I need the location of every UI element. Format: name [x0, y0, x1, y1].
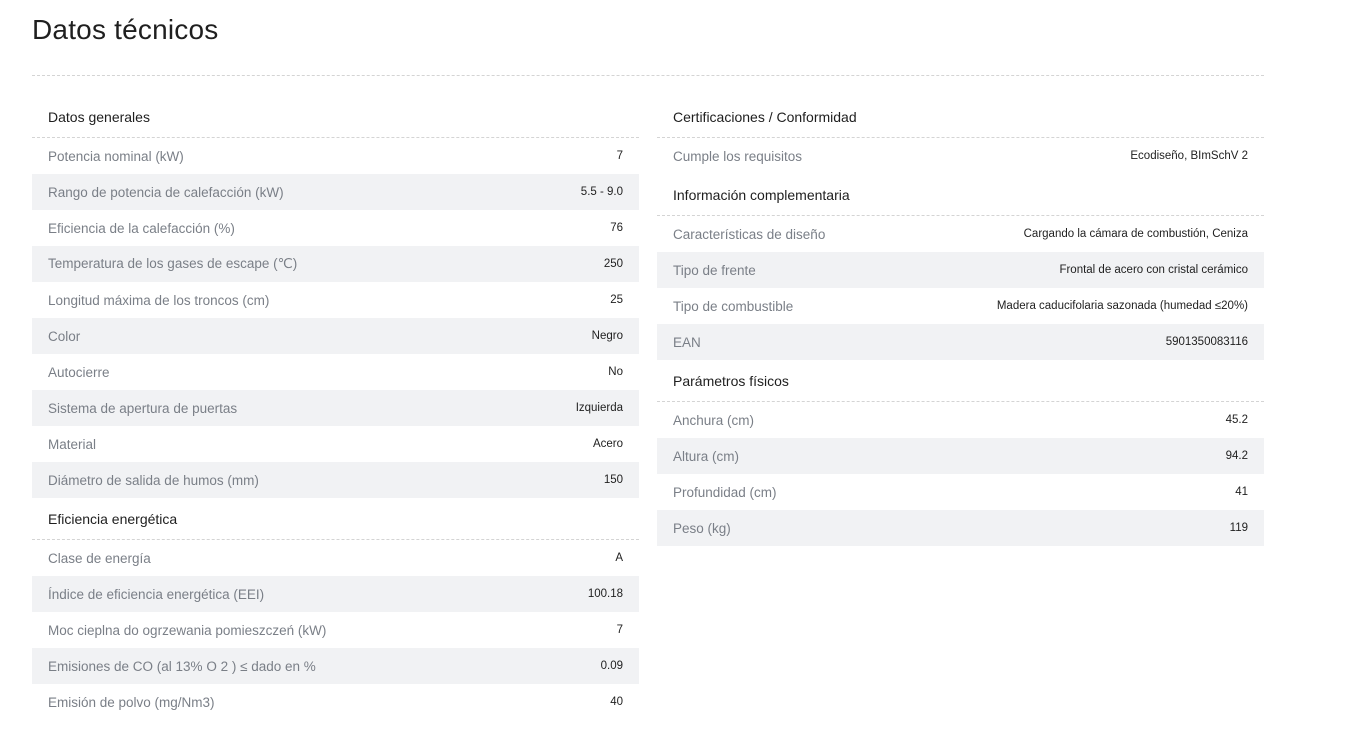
spec-label: Índice de eficiencia energética (EEI)	[48, 586, 265, 602]
spec-value: 7	[616, 624, 623, 636]
spec-label: Eficiencia de la calefacción (%)	[48, 220, 235, 236]
spec-row: Moc cieplna do ogrzewania pomieszczeń (k…	[32, 612, 639, 648]
spec-row: Profundidad (cm) 41	[657, 474, 1264, 510]
page-title: Datos técnicos	[32, 14, 219, 45]
spec-value: 150	[603, 474, 623, 486]
spec-label: Clase de energía	[48, 550, 151, 566]
spec-row: Eficiencia de la calefacción (%) 76	[32, 210, 639, 246]
spec-label: Altura (cm)	[673, 448, 740, 464]
spec-value: 76	[610, 222, 623, 234]
spec-label: EAN	[673, 334, 701, 350]
spec-rows: Características de diseño Cargando la cám…	[657, 216, 1264, 360]
spec-section-eficiencia-energetica: Eficiencia energética Clase de energía A Ín…	[32, 498, 639, 720]
spec-label: Tipo de frente	[673, 262, 756, 278]
spec-label: Peso (kg)	[673, 520, 731, 536]
spec-value: 94.2	[1225, 450, 1248, 462]
spec-value: 250	[603, 258, 623, 270]
spec-row: Material Acero	[32, 426, 639, 462]
spec-row: Peso (kg) 119	[657, 510, 1264, 546]
spec-label: Profundidad (cm)	[673, 484, 777, 500]
spec-row: Temperatura de los gases de escape (℃) 25…	[32, 246, 639, 282]
spec-row: Diámetro de salida de humos (mm) 150	[32, 462, 639, 498]
spec-value: 7	[616, 150, 623, 162]
section-heading: Datos generales	[32, 96, 639, 138]
spec-value: 0.09	[600, 660, 623, 672]
section-heading: Parámetros físicos	[657, 360, 1264, 402]
spec-row: EAN 5901350083116	[657, 324, 1264, 360]
spec-value: 45.2	[1225, 414, 1248, 426]
spec-label: Diámetro de salida de humos (mm)	[48, 472, 259, 488]
spec-value: 41	[1235, 486, 1248, 498]
spec-row: Sistema de apertura de puertas Izquierda	[32, 390, 639, 426]
spec-row: Clase de energía A	[32, 540, 639, 576]
spec-value: 5.5 - 9.0	[580, 186, 623, 198]
spec-label: Autocierre	[48, 364, 110, 380]
spec-section-parametros-fisicos: Parámetros físicos Anchura (cm) 45.2 Altura…	[657, 360, 1264, 546]
spec-label: Tipo de combustible	[673, 298, 794, 314]
spec-value: Madera caducifolaria sazonada (humedad ≤…	[996, 300, 1248, 312]
title-divider	[32, 75, 1264, 76]
spec-section-certificaciones-conformidad: Certificaciones / Conformidad Cumple los …	[657, 96, 1264, 174]
spec-row: Tipo de combustible Madera caducifolaria …	[657, 288, 1264, 324]
spec-row: Emisión de polvo (mg/Nm3) 40	[32, 684, 639, 720]
spec-value: A	[615, 552, 623, 564]
right-column: Certificaciones / Conformidad Cumple los …	[657, 96, 1264, 546]
spec-row: Color Negro	[32, 318, 639, 354]
spec-label: Moc cieplna do ogrzewania pomieszczeń (k…	[48, 622, 327, 638]
spec-label: Sistema de apertura de puertas	[48, 400, 238, 416]
spec-value: Negro	[591, 330, 623, 342]
section-heading: Certificaciones / Conformidad	[657, 96, 1264, 138]
spec-value: 100.18	[587, 588, 623, 600]
spec-rows: Cumple los requisitos Ecodiseño, BImSchV …	[657, 138, 1264, 174]
spec-value: 119	[1229, 522, 1248, 534]
spec-section-informacion-complementaria: Información complementaria Característica…	[657, 174, 1264, 360]
spec-row: Altura (cm) 94.2	[657, 438, 1264, 474]
spec-row: Autocierre No	[32, 354, 639, 390]
spec-label: Longitud máxima de los troncos (cm)	[48, 292, 270, 308]
spec-value: Frontal de acero con cristal cerámico	[1059, 264, 1248, 276]
spec-label: Anchura (cm)	[673, 412, 755, 428]
spec-section-datos-generales: Datos generales Potencia nominal (kW) 7 Ran…	[32, 96, 639, 498]
spec-label: Rango de potencia de calefacción (kW)	[48, 184, 284, 200]
spec-value: Izquierda	[575, 402, 623, 414]
spec-label: Emisión de polvo (mg/Nm3)	[48, 694, 215, 710]
spec-rows: Potencia nominal (kW) 7 Rango de potencia …	[32, 138, 639, 498]
spec-row: Índice de eficiencia energética (EEI) 100…	[32, 576, 639, 612]
spec-value: 40	[610, 696, 623, 708]
spec-row: Potencia nominal (kW) 7	[32, 138, 639, 174]
spec-label: Emisiones de CO (al 13% O 2 ) ≤ dado en …	[48, 658, 316, 674]
spec-label: Temperatura de los gases de escape (℃)	[48, 256, 298, 271]
spec-row: Características de diseño Cargando la cám…	[657, 216, 1264, 252]
spec-label: Características de diseño	[673, 226, 826, 242]
spec-label: Cumple los requisitos	[673, 148, 803, 164]
spec-value: Ecodiseño, BImSchV 2	[1130, 150, 1248, 162]
spec-row: Rango de potencia de calefacción (kW) 5.5…	[32, 174, 639, 210]
spec-value: 5901350083116	[1165, 336, 1248, 348]
section-heading: Información complementaria	[657, 174, 1264, 216]
spec-row: Emisiones de CO (al 13% O 2 ) ≤ dado en …	[32, 648, 639, 684]
spec-rows: Anchura (cm) 45.2 Altura (cm) 94.2 Profundid…	[657, 402, 1264, 546]
spec-label: Color	[48, 328, 81, 344]
spec-value: 25	[610, 294, 623, 306]
spec-value: Cargando la cámara de combustión, Ceniza	[1023, 228, 1248, 240]
spec-label: Material	[48, 436, 97, 452]
section-heading: Eficiencia energética	[32, 498, 639, 540]
spec-value: Acero	[592, 438, 623, 450]
spec-rows: Clase de energía A Índice de eficiencia en…	[32, 540, 639, 720]
spec-row: Anchura (cm) 45.2	[657, 402, 1264, 438]
spec-row: Cumple los requisitos Ecodiseño, BImSchV …	[657, 138, 1264, 174]
spec-value: No	[608, 366, 623, 378]
spec-row: Longitud máxima de los troncos (cm) 25	[32, 282, 639, 318]
left-column: Datos generales Potencia nominal (kW) 7 Ran…	[32, 96, 639, 720]
spec-row: Tipo de frente Frontal de acero con crist…	[657, 252, 1264, 288]
spec-label: Potencia nominal (kW)	[48, 148, 184, 164]
